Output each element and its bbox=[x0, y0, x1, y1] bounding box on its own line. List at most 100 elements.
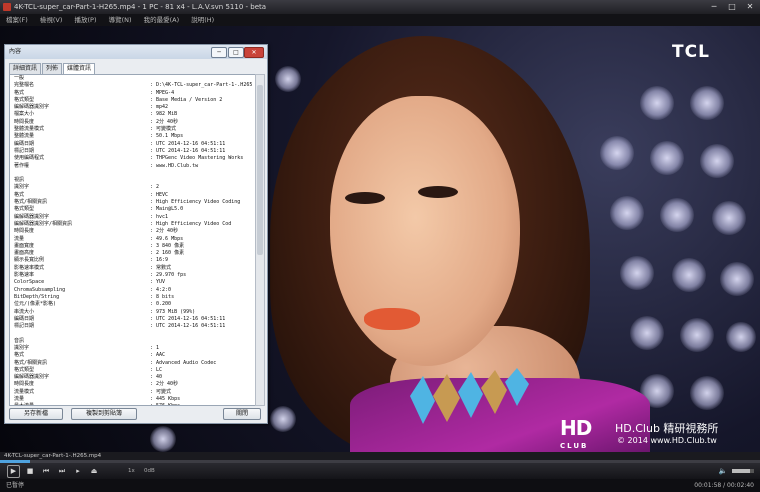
dialog-maximize-button[interactable]: □ bbox=[228, 47, 244, 58]
bokeh-light bbox=[726, 322, 756, 352]
info-key: ChromaSubsampling bbox=[14, 286, 66, 293]
close-button[interactable]: ✕ bbox=[742, 2, 758, 12]
info-key: 格式 bbox=[14, 89, 25, 96]
bokeh-light bbox=[610, 196, 644, 230]
info-value: : THPGenc Video Mastering Works bbox=[150, 155, 244, 162]
close-dialog-button[interactable]: 關閉 bbox=[223, 408, 261, 420]
next-icon[interactable]: ⏭ bbox=[57, 466, 67, 476]
properties-dialog: 內容 ─ □ ✕ 詳細資訊 列佈 媒體資訊 一般 完整檔名: D:\4K-TCL-… bbox=[4, 44, 268, 424]
info-row: 標記日期: UTC 2014-12-16 04:51:11 bbox=[10, 148, 256, 155]
menu-navigate[interactable]: 導覽(N) bbox=[109, 16, 132, 24]
info-value: : 973 MiB (99%) bbox=[150, 308, 196, 315]
subject-lips bbox=[364, 308, 420, 330]
menu-favorites[interactable]: 我的最愛(A) bbox=[144, 16, 180, 24]
info-row: 視訊 bbox=[10, 177, 256, 184]
bokeh-light bbox=[660, 198, 694, 232]
info-key: 顯示長寬比例 bbox=[14, 257, 45, 264]
info-row: 顯示長寬比例 : 16:9 bbox=[10, 257, 256, 264]
speaker-icon[interactable]: 🔈 bbox=[718, 466, 728, 476]
scrollbar-thumb[interactable] bbox=[257, 85, 263, 255]
bokeh-light bbox=[700, 144, 734, 178]
info-value: : 可變模式 bbox=[150, 126, 177, 133]
step-icon[interactable]: ▸ bbox=[73, 466, 83, 476]
minimize-button[interactable]: ─ bbox=[706, 2, 722, 12]
dialog-close-button[interactable]: ✕ bbox=[244, 47, 264, 58]
copyright-line: © 2014 www.HD.Club.tw bbox=[617, 436, 717, 445]
info-key: ColorSpace bbox=[14, 279, 45, 286]
info-key: 使用編碼程式 bbox=[14, 155, 45, 162]
info-key: 檔案大小 bbox=[14, 111, 35, 118]
info-value: : 1 bbox=[150, 344, 160, 351]
info-row: 畫面高度: 2 160 像素 bbox=[10, 250, 256, 257]
dialog-tabs: 詳細資訊 列佈 媒體資訊 bbox=[9, 63, 96, 75]
menu-view[interactable]: 檢視(V) bbox=[40, 16, 63, 24]
bokeh-light bbox=[672, 258, 706, 292]
info-value: : 2 bbox=[150, 184, 160, 191]
play-icon[interactable]: ▶ bbox=[7, 465, 20, 478]
info-row: 畫面寬度: 3 840 像素 bbox=[10, 243, 256, 250]
info-row: 著作權: www.HD.Club.tw bbox=[10, 163, 256, 170]
info-value: : YUV bbox=[150, 279, 166, 286]
info-row: 時間長度: 2分 40秒 bbox=[10, 119, 256, 126]
info-key: 完整檔名 bbox=[14, 82, 35, 89]
info-key: 時間長度 bbox=[14, 381, 35, 388]
save-as-button[interactable]: 另存新檔 bbox=[9, 408, 63, 420]
menu-file[interactable]: 檔案(F) bbox=[6, 16, 28, 24]
playback-status: 已暫停 bbox=[6, 482, 25, 489]
info-key: 格式/相關資訊 bbox=[14, 359, 48, 366]
info-key: 格式類型 bbox=[14, 206, 35, 213]
window-title: 4K-TCL-super_car-Part-1-H265.mp4 - 1 PC … bbox=[14, 3, 267, 11]
subject-eye bbox=[345, 192, 385, 204]
info-key: 音訊 bbox=[14, 337, 25, 344]
dialog-minimize-button[interactable]: ─ bbox=[211, 47, 227, 58]
previous-icon[interactable]: ⏮ bbox=[41, 466, 51, 476]
info-value: : AAC bbox=[150, 352, 166, 359]
eject-icon[interactable]: ⏏ bbox=[89, 466, 99, 476]
stop-icon[interactable]: ■ bbox=[25, 466, 35, 476]
brand-line: HD.Club 精研視務所 bbox=[615, 422, 719, 435]
info-row: 編解碼器識別字/相關資訊: High Efficiency Video Cod bbox=[10, 221, 256, 228]
info-value: : mp42 bbox=[150, 104, 169, 111]
info-key: 時間長度 bbox=[14, 118, 35, 125]
copy-clipboard-button[interactable]: 複製到剪貼簿 bbox=[71, 408, 137, 420]
bokeh-light bbox=[630, 316, 664, 350]
info-value: : Main@L5.0 bbox=[150, 206, 184, 213]
info-key: 位元/(像素*影格) bbox=[14, 301, 57, 308]
info-value: : 可變式 bbox=[150, 388, 172, 395]
info-row: 音訊 bbox=[10, 338, 256, 345]
info-value: : 16:9 bbox=[150, 257, 169, 264]
info-row: 標記日期: UTC 2014-12-16 04:51:11 bbox=[10, 323, 256, 330]
bokeh-light bbox=[640, 86, 674, 120]
menu-play[interactable]: 播放(P) bbox=[75, 16, 97, 24]
menu-help[interactable]: 說明(H) bbox=[191, 16, 214, 24]
info-row: 影格速率: 29.970 fps bbox=[10, 272, 256, 279]
info-key: 流量模式 bbox=[14, 388, 35, 395]
tab-details[interactable]: 詳細資訊 bbox=[9, 63, 42, 74]
info-value: : HEVC bbox=[150, 191, 169, 198]
volume-level bbox=[732, 469, 750, 473]
info-row: 格式/相關資訊: High Efficiency Video Coding bbox=[10, 199, 256, 206]
info-value: : High Efficiency Video Coding bbox=[150, 199, 241, 206]
info-value: : 49.6 Mbps bbox=[150, 235, 184, 242]
media-info-text[interactable]: 一般 完整檔名: D:\4K-TCL-super_car-Part-1-.H265… bbox=[9, 74, 257, 406]
info-key: 標記日期 bbox=[14, 323, 35, 330]
info-row: 編碼日期: UTC 2014-12-16 04:51:11 bbox=[10, 141, 256, 148]
bokeh-light bbox=[712, 201, 746, 235]
info-row: 編解碼器識別字: hvc1 bbox=[10, 214, 256, 221]
info-row: 格式/相關資訊: Advanced Audio Codec bbox=[10, 360, 256, 367]
volume-slider[interactable] bbox=[732, 469, 754, 473]
status-bar: 已暫停 00:01:58 / 00:02:40 bbox=[0, 479, 760, 492]
tab-clips[interactable]: 列佈 bbox=[42, 63, 63, 74]
maximize-button[interactable]: □ bbox=[724, 2, 740, 12]
bokeh-light bbox=[620, 256, 654, 290]
tcl-logo: TCL bbox=[672, 42, 710, 62]
info-value: : MPEG-4 bbox=[150, 89, 175, 96]
info-value: : 2分 40秒 bbox=[150, 381, 179, 388]
info-row: 時間長度: 2分 40秒 bbox=[10, 228, 256, 235]
info-scrollbar[interactable] bbox=[255, 74, 265, 406]
info-row: 格式: HEVC bbox=[10, 192, 256, 199]
info-key: 影格速率 bbox=[14, 272, 35, 279]
info-row bbox=[10, 170, 256, 177]
info-value: : 50.1 Mbps bbox=[150, 133, 184, 140]
audio-gain: 0dB bbox=[144, 468, 155, 474]
